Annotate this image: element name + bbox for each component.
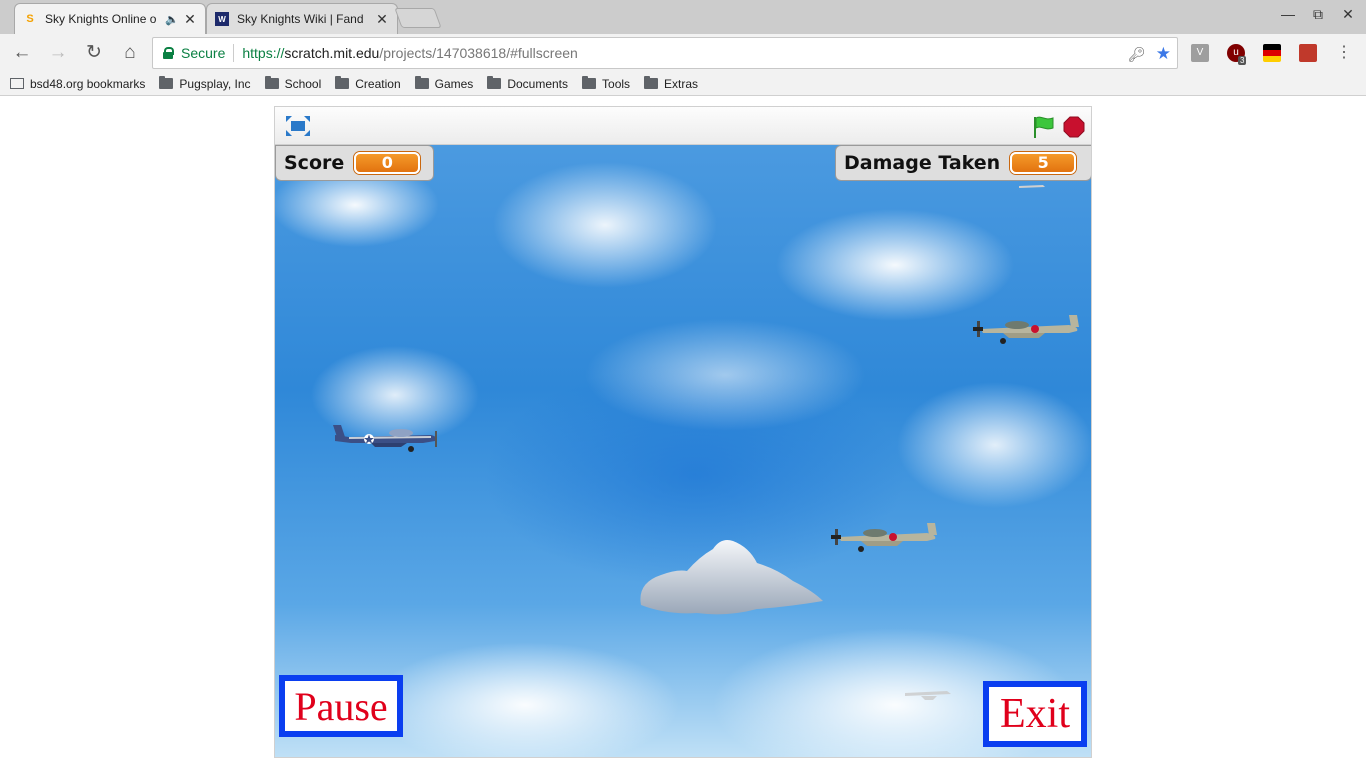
score-monitor: Score 0 (275, 145, 434, 181)
url-host: scratch.mit.edu (284, 45, 380, 61)
bookmark-folder-pugsplay[interactable]: Pugsplay, Inc (159, 76, 251, 91)
bookmark-folder-tools[interactable]: Tools (582, 76, 631, 91)
speaker-icon[interactable]: 🔈 (165, 13, 179, 26)
fandom-icon: W (215, 12, 229, 26)
stop-sign-icon[interactable] (1063, 116, 1085, 138)
new-tab-button[interactable] (394, 8, 442, 28)
pause-button[interactable]: Pause (279, 675, 403, 737)
url-scheme: https:// (242, 45, 285, 61)
bookmark-label: Pugsplay, Inc (179, 76, 251, 91)
secure-label: Secure (181, 45, 226, 61)
ublock-badge: 3 (1238, 56, 1247, 65)
exit-fullscreen-icon[interactable] (285, 115, 311, 137)
exit-button[interactable]: Exit (983, 681, 1087, 747)
tab-title: Sky Knights Wiki | Fand (237, 12, 364, 26)
pause-button-label: Pause (294, 683, 388, 729)
extension-icon[interactable]: V (1191, 44, 1209, 62)
folder-icon (487, 76, 502, 89)
restore-icon[interactable]: ⧉ (1303, 6, 1333, 23)
folder-icon (414, 76, 429, 89)
tab-sky-knights-online[interactable]: S Sky Knights Online o 🔈 ✕ (14, 3, 206, 34)
scratch-cat-icon: S (26, 13, 34, 25)
cloud-sprite (640, 540, 823, 615)
close-icon[interactable]: ✕ (375, 11, 389, 28)
home-icon[interactable]: ⌂ (120, 43, 140, 63)
key-icon[interactable]: 🔑︎ (1128, 46, 1146, 63)
omnibox-divider (233, 44, 235, 62)
browser-toolbar: ← → ↻ ⌂ Secure https:// scratch.mit.edu … (0, 34, 1366, 72)
close-icon[interactable]: ✕ (183, 11, 197, 28)
exit-button-label: Exit (1000, 691, 1070, 737)
reload-icon[interactable]: ↻ (84, 43, 104, 63)
bookmark-label: bsd48.org bookmarks (30, 76, 146, 91)
back-arrow-icon[interactable]: ← (12, 43, 32, 63)
bookmark-star-icon[interactable]: ★ (1156, 44, 1171, 64)
minimize-icon[interactable]: — (1273, 6, 1303, 22)
bookmark-folder-extras[interactable]: Extras (644, 76, 699, 91)
tab-title: Sky Knights Online o (45, 12, 157, 26)
distant-plane (1019, 185, 1045, 188)
bookmark-folder-school[interactable]: School (264, 76, 322, 91)
score-label: Score (284, 152, 345, 174)
bookmark-folder-creation[interactable]: Creation (335, 76, 401, 91)
folder-icon (582, 76, 597, 89)
book-extension-icon[interactable] (1299, 44, 1317, 62)
omnibox-actions: 🔑︎ ★ (1128, 44, 1171, 64)
url-path: /projects/147038618/#fullscreen (379, 45, 578, 61)
enemy-fighter-plane (831, 523, 937, 552)
scratch-player: Score 0 Damage Taken 5 Pause Exit (274, 106, 1092, 758)
bookmark-label: Documents (507, 76, 569, 91)
window-close-icon[interactable]: ✕ (1333, 6, 1363, 23)
bookmarks-bar: bsd48.org bookmarks Pugsplay, Inc School… (0, 72, 1366, 96)
menu-kebab-icon[interactable]: ⋮ (1334, 43, 1354, 63)
green-flag-icon[interactable] (1031, 115, 1055, 139)
player-controls-bar (275, 107, 1091, 145)
folder-icon (264, 76, 279, 89)
player-fighter-plane (333, 425, 437, 452)
bookmark-label: Extras (664, 76, 699, 91)
apps-icon (10, 78, 24, 89)
distant-plane (905, 691, 951, 700)
folder-icon (644, 76, 659, 89)
tab-sky-knights-wiki[interactable]: W Sky Knights Wiki | Fand ✕ (206, 3, 398, 34)
bookmark-label: Creation (355, 76, 401, 91)
folder-icon (159, 76, 174, 89)
bookmark-bsd48[interactable]: bsd48.org bookmarks (10, 77, 145, 91)
bookmark-folder-games[interactable]: Games (414, 76, 474, 91)
bookmark-folder-documents[interactable]: Documents (487, 76, 569, 91)
address-bar[interactable]: Secure https:// scratch.mit.edu /project… (152, 37, 1178, 69)
score-value: 0 (354, 152, 421, 174)
damage-taken-label: Damage Taken (844, 152, 1001, 174)
game-stage[interactable]: Score 0 Damage Taken 5 Pause Exit (275, 145, 1091, 757)
damage-taken-value: 5 (1010, 152, 1077, 174)
enemy-fighter-plane (973, 315, 1079, 344)
lock-icon (163, 47, 174, 59)
bookmark-label: Tools (602, 76, 631, 91)
folder-icon (335, 76, 350, 89)
bookmark-label: School (284, 76, 322, 91)
bookmark-label: Games (434, 76, 474, 91)
damage-taken-monitor: Damage Taken 5 (835, 145, 1091, 181)
forward-arrow-icon[interactable]: → (48, 43, 68, 63)
german-flag-icon[interactable] (1263, 44, 1281, 62)
tab-strip: S Sky Knights Online o 🔈 ✕ W Sky Knights… (0, 0, 1366, 34)
